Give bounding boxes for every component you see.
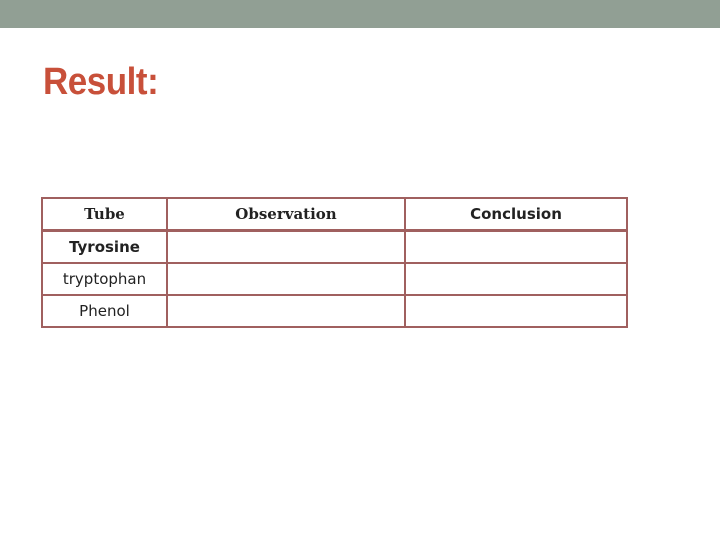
cell-conclusion[interactable] — [404, 229, 628, 264]
table-row: Tyrosine — [41, 229, 628, 264]
slide-title: Result: — [43, 61, 159, 103]
cell-tube: Phenol — [41, 294, 168, 328]
table-header-row: Tube Observation Conclusion — [41, 197, 628, 232]
results-table: Tube Observation Conclusion Tyrosine try… — [41, 197, 628, 328]
header-conclusion: Conclusion — [404, 197, 628, 232]
table-row: tryptophan — [41, 262, 628, 296]
cell-observation[interactable] — [166, 229, 406, 264]
cell-observation[interactable] — [166, 262, 406, 296]
header-tube: Tube — [41, 197, 168, 232]
cell-tube: tryptophan — [41, 262, 168, 296]
cell-tube: Tyrosine — [41, 229, 168, 264]
top-banner — [0, 0, 720, 28]
header-observation: Observation — [166, 197, 406, 232]
table-row: Phenol — [41, 294, 628, 328]
cell-conclusion[interactable] — [404, 262, 628, 296]
cell-observation[interactable] — [166, 294, 406, 328]
cell-conclusion[interactable] — [404, 294, 628, 328]
